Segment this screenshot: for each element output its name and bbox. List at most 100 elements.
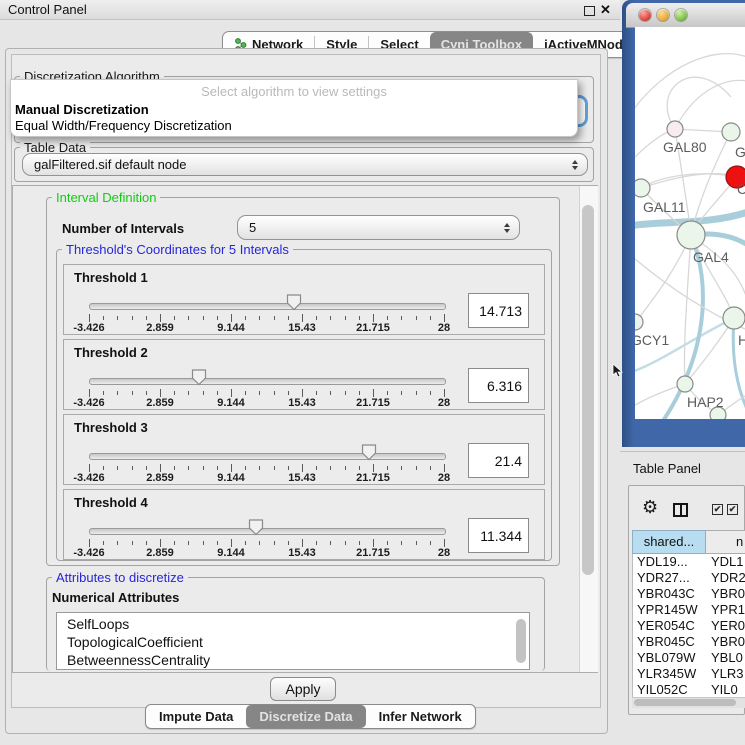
mac-zoom-icon[interactable] [675, 9, 687, 21]
slider-tick [146, 541, 147, 545]
table-row[interactable]: YDR27...YDR2 [633, 570, 745, 586]
slider-tick [117, 391, 118, 395]
slider-tick [302, 539, 303, 547]
network-canvas[interactable]: GAL80GACGAL11GAL4HGCY1HAP2 [635, 27, 745, 419]
close-icon[interactable]: ✕ [600, 2, 611, 18]
threshold-4-slider-thumb[interactable] [248, 519, 264, 536]
table-row[interactable]: YIL052CYIL0 [633, 682, 745, 697]
table-rows[interactable]: YDL19...YDL1YDR27...YDR2YBR043CYBR0YPR14… [632, 554, 745, 697]
list-scrollbar-thumb[interactable] [516, 619, 526, 663]
threshold-3-slider-track[interactable] [89, 453, 446, 460]
network-node[interactable] [635, 179, 650, 197]
column-header-shared-name[interactable]: shared... [632, 530, 706, 554]
slider-tick [188, 541, 189, 545]
slider-tick-label: 2.859 [146, 547, 174, 559]
horizontal-scrollbar[interactable] [632, 697, 745, 708]
slider-tick [444, 314, 445, 322]
slider-tick [359, 316, 360, 320]
slider-tick-label: 2.859 [146, 322, 174, 334]
table-row[interactable]: YBR043CYBR0 [633, 586, 745, 602]
threshold-2-slider-thumb[interactable] [191, 369, 207, 386]
tab-discretize-data[interactable]: Discretize Data [246, 705, 365, 728]
slider-tick-label: 21.715 [356, 322, 390, 334]
numerical-attributes-label: Numerical Attributes [52, 590, 179, 605]
mac-close-icon[interactable] [639, 9, 651, 21]
slider-tick [444, 389, 445, 397]
tab-impute-data[interactable]: Impute Data [146, 705, 246, 728]
threshold-1-value-field[interactable]: 14.713 [468, 293, 529, 328]
threshold-2-panel: Threshold 2 -3.4262.8599.14415.4321.7152… [63, 339, 545, 410]
slider-tick [174, 316, 175, 320]
slider-tick [330, 316, 331, 320]
table-row[interactable]: YDL19...YDL1 [633, 554, 745, 570]
threshold-2-slider-track[interactable] [89, 378, 446, 385]
slider-tick [359, 466, 360, 470]
slider-tick [430, 466, 431, 470]
slider-tick [288, 541, 289, 545]
slider-tick-label: 28 [438, 547, 450, 559]
threshold-2-value-field[interactable]: 6.316 [468, 368, 529, 403]
slider-tick-label: 21.715 [356, 472, 390, 484]
horizontal-scrollbar-thumb[interactable] [634, 699, 736, 706]
slider-tick [259, 391, 260, 395]
dropdown-option-manual[interactable]: Manual Discretization [15, 102, 149, 117]
table-row[interactable]: YER054CYER0 [633, 618, 745, 634]
split-columns-icon[interactable] [673, 503, 688, 517]
tab-infer-network[interactable]: Infer Network [366, 705, 475, 728]
network-node[interactable] [722, 123, 740, 141]
number-of-intervals-label: Number of Intervals [62, 221, 184, 236]
attribute-list-item[interactable]: TopologicalCoefficient [57, 633, 529, 651]
threshold-1-slider-thumb[interactable] [286, 294, 302, 311]
slider-tick-label: 9.144 [217, 472, 245, 484]
network-node[interactable] [723, 307, 745, 329]
slider-tick-label: 21.715 [356, 547, 390, 559]
mac-minimize-icon[interactable] [657, 9, 669, 21]
slider-tick [302, 464, 303, 472]
slider-tick [217, 316, 218, 320]
checkbox-icon[interactable]: ✔ [727, 504, 738, 515]
dropdown-option-equal-width[interactable]: Equal Width/Frequency Discretization [15, 118, 232, 133]
network-node[interactable] [677, 376, 693, 392]
table-panel-title: Table Panel [633, 461, 701, 476]
attribute-list-item[interactable]: SelfLoops [57, 615, 529, 633]
numerical-attributes-list[interactable]: SelfLoopsTopologicalCoefficientBetweenne… [56, 612, 530, 670]
slider-tick [359, 541, 360, 545]
gear-icon[interactable]: ⚙ [642, 497, 658, 518]
table-row[interactable]: YBR045CYBR0 [633, 634, 745, 650]
vertical-scrollbar-thumb[interactable] [582, 205, 594, 575]
attribute-list-item[interactable]: BetweennessCentrality [57, 651, 529, 669]
table-row[interactable]: YBL079WYBL0 [633, 650, 745, 666]
threshold-1-slider-track[interactable] [89, 303, 446, 310]
checkbox-icon[interactable]: ✔ [712, 504, 723, 515]
threshold-3-slider-thumb[interactable] [361, 444, 377, 461]
column-header-name[interactable]: n [706, 530, 745, 554]
slider-tick [174, 466, 175, 470]
network-node[interactable] [677, 221, 705, 249]
network-node[interactable] [667, 121, 683, 137]
slider-tick [373, 539, 374, 547]
slider-tick [316, 316, 317, 320]
slider-tick-label: 15.43 [288, 397, 316, 409]
slider-tick [160, 464, 161, 472]
number-of-intervals-combobox[interactable]: 5 [237, 215, 520, 240]
slider-tick [188, 316, 189, 320]
table-data-combobox[interactable]: galFiltered.sif default node [22, 153, 588, 176]
table-row[interactable]: YPR145WYPR1 [633, 602, 745, 618]
table-row[interactable]: YLR345WYLR3 [633, 666, 745, 682]
slider-tick [146, 466, 147, 470]
apply-button[interactable]: Apply [270, 677, 336, 701]
combo-arrows-icon [504, 223, 510, 233]
threshold-4-value-field[interactable]: 11.344 [468, 518, 529, 553]
threshold-4-slider-track[interactable] [89, 528, 446, 535]
slider-tick [274, 541, 275, 545]
slider-tick [330, 391, 331, 395]
algorithm-dropdown-popup: Select algorithm to view settings Manual… [10, 79, 578, 137]
float-window-icon[interactable] [584, 6, 595, 16]
slider-tick [103, 316, 104, 320]
network-node-label: GA [735, 144, 745, 160]
slider-tick [274, 316, 275, 320]
threshold-3-value-field[interactable]: 21.4 [468, 443, 529, 478]
slider-tick [430, 316, 431, 320]
network-node[interactable] [635, 314, 643, 330]
slider-tick-label: 28 [438, 397, 450, 409]
